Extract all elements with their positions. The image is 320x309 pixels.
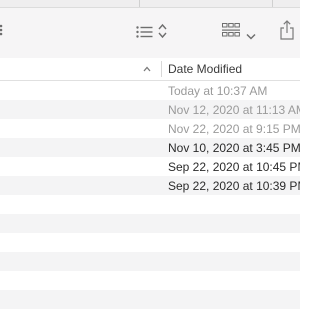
window-toolbar: [0, 0, 300, 59]
table-row[interactable]: Sep 22, 2020 at 10:45 PM: [0, 157, 300, 176]
date-modified-cell: Sep 22, 2020 at 10:39 PM: [168, 179, 300, 193]
tab-divider: [272, 0, 273, 7]
date-modified-cell: Nov 10, 2020 at 3:45 PM: [168, 141, 300, 155]
share-icon[interactable]: [280, 20, 294, 45]
up-down-chevron-icon[interactable]: [158, 23, 167, 44]
table-row[interactable]: [0, 252, 300, 271]
date-modified-cell: Nov 22, 2020 at 9:15 PM: [168, 122, 300, 136]
column-divider[interactable]: [161, 61, 162, 77]
table-row[interactable]: [0, 195, 300, 214]
table-row[interactable]: [0, 214, 300, 233]
list-header: Date Modified: [0, 58, 300, 81]
more-icon[interactable]: [0, 23, 6, 42]
date-modified-cell: Nov 12, 2020 at 11:13 AM: [168, 103, 300, 117]
date-modified-column-header[interactable]: Date Modified: [168, 62, 242, 76]
file-list: Today at 10:37 AM Nov 12, 2020 at 11:13 A…: [0, 81, 300, 309]
list-view-icon[interactable]: [136, 25, 154, 43]
grid-group-icon[interactable]: [222, 23, 240, 44]
table-row[interactable]: Today at 10:37 AM: [0, 81, 300, 100]
table-row[interactable]: [0, 233, 300, 252]
tab-bar-edge: [0, 0, 300, 8]
chevron-down-icon[interactable]: [246, 27, 256, 45]
date-modified-cell: Sep 22, 2020 at 10:45 PM: [168, 160, 300, 174]
date-modified-cell: Today at 10:37 AM: [168, 84, 268, 98]
table-row[interactable]: Nov 22, 2020 at 9:15 PM: [0, 119, 300, 138]
table-row[interactable]: Nov 10, 2020 at 3:45 PM: [0, 138, 300, 157]
table-row[interactable]: [0, 271, 300, 290]
sort-ascending-icon[interactable]: [140, 61, 154, 77]
table-row[interactable]: Sep 22, 2020 at 10:39 PM: [0, 176, 300, 195]
table-row[interactable]: Nov 12, 2020 at 11:13 AM: [0, 100, 300, 119]
tab-divider: [139, 0, 140, 7]
